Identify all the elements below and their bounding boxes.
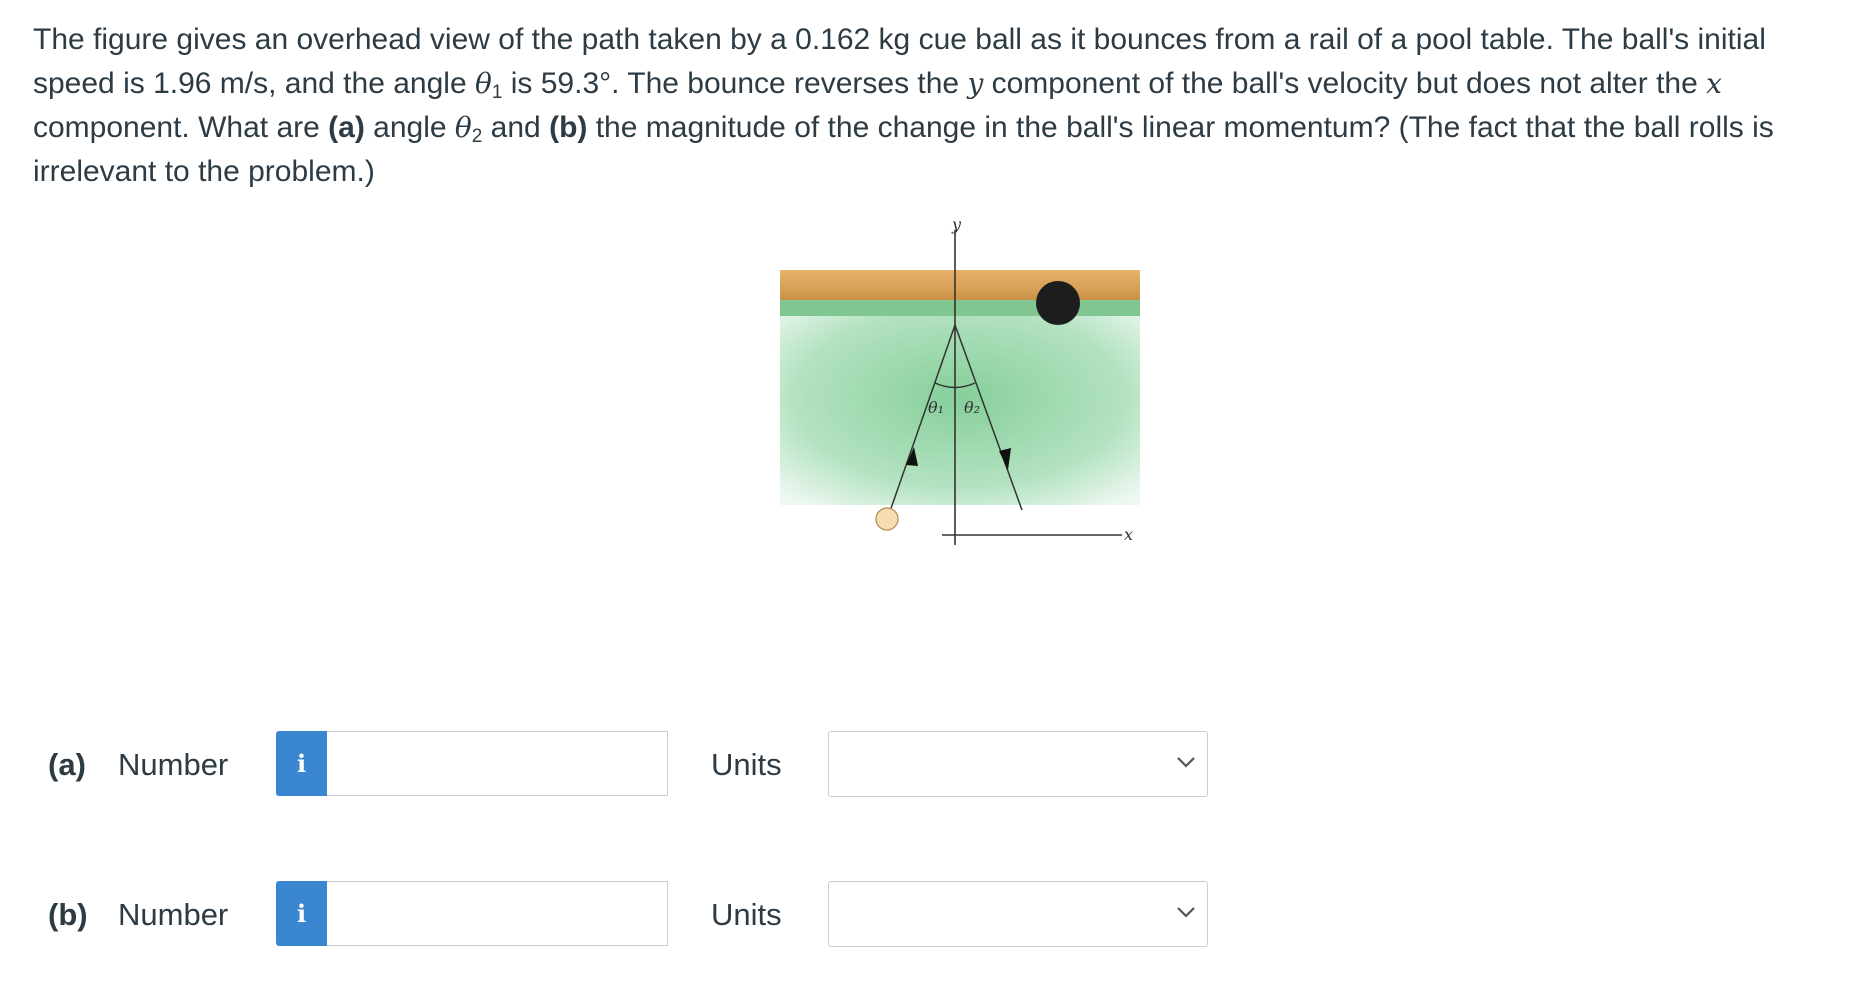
number-input-a[interactable] <box>327 731 668 796</box>
info-icon[interactable]: i <box>276 731 327 796</box>
chevron-down-icon <box>1177 757 1195 768</box>
theta2-label: θ₂ <box>964 398 980 417</box>
theta1-label: θ₁ <box>928 398 944 417</box>
units-label-a: Units <box>711 747 782 782</box>
chevron-down-icon <box>1177 907 1195 918</box>
part-label-a: (a) <box>48 747 86 782</box>
question-text: The figure gives an overhead view of the… <box>33 23 1774 188</box>
x-axis-label: x <box>1124 525 1133 544</box>
units-select-a[interactable] <box>828 731 1208 797</box>
part-label-b: (b) <box>48 897 88 932</box>
number-input-b[interactable] <box>327 881 668 946</box>
answer-row-b: (b) Number i Units <box>0 881 1300 947</box>
info-icon[interactable]: i <box>276 881 327 946</box>
number-label-a: Number <box>118 747 229 782</box>
answer-row-a: (a) Number i Units <box>0 731 1300 797</box>
number-label-b: Number <box>118 897 229 932</box>
units-label-b: Units <box>711 897 782 932</box>
rail <box>780 270 1140 300</box>
units-select-b[interactable] <box>828 881 1208 947</box>
pocket <box>1036 281 1080 325</box>
cue-ball <box>875 507 899 531</box>
y-axis-label: y <box>951 220 962 234</box>
pool-table-figure: y x θ₁ θ₂ <box>770 220 1150 580</box>
